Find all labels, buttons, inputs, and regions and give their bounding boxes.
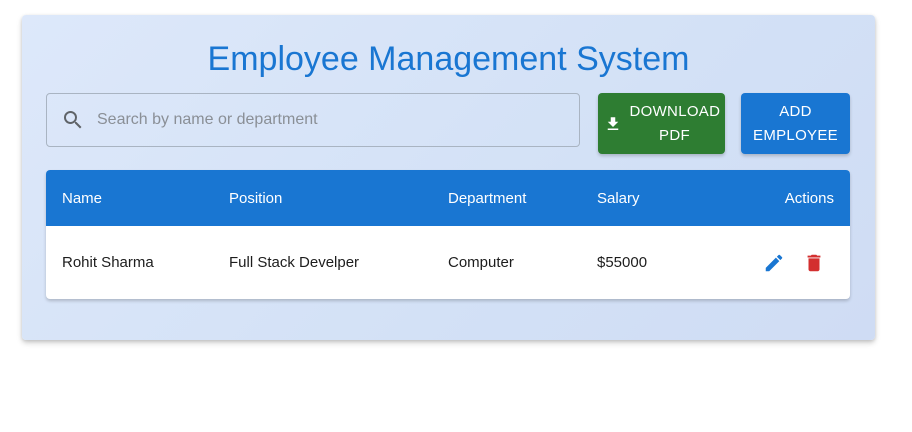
download-pdf-button[interactable]: DOWNLOAD PDF (598, 93, 725, 154)
download-pdf-label: DOWNLOAD PDF (629, 102, 721, 144)
search-input[interactable] (95, 110, 559, 130)
employee-table: Name Position Department Salary Actions … (46, 170, 850, 299)
cell-name: Rohit Sharma (62, 254, 154, 271)
delete-icon[interactable] (802, 251, 826, 275)
cell-salary: $55000 (597, 254, 648, 271)
column-header-name: Name (62, 189, 103, 207)
row-actions (762, 226, 826, 299)
page-title: Employee Management System (207, 40, 690, 78)
main-card: Employee Management System DOWNLOAD PDF … (22, 15, 875, 340)
add-employee-label: ADD EMPLOYEE (753, 102, 838, 144)
column-header-position: Position (229, 189, 283, 207)
download-icon (604, 115, 622, 133)
search-box[interactable] (46, 93, 580, 147)
cell-department: Computer (448, 254, 514, 271)
add-employee-button[interactable]: ADD EMPLOYEE (741, 93, 850, 154)
edit-icon[interactable] (762, 251, 786, 275)
column-header-actions: Actions (784, 189, 834, 207)
search-icon (61, 108, 85, 132)
column-header-salary: Salary (597, 189, 640, 207)
cell-position: Full Stack Develper (229, 254, 360, 271)
column-header-department: Department (448, 189, 527, 207)
table-row: Rohit Sharma Full Stack Develper Compute… (46, 226, 850, 299)
table-header: Name Position Department Salary Actions (46, 170, 850, 226)
